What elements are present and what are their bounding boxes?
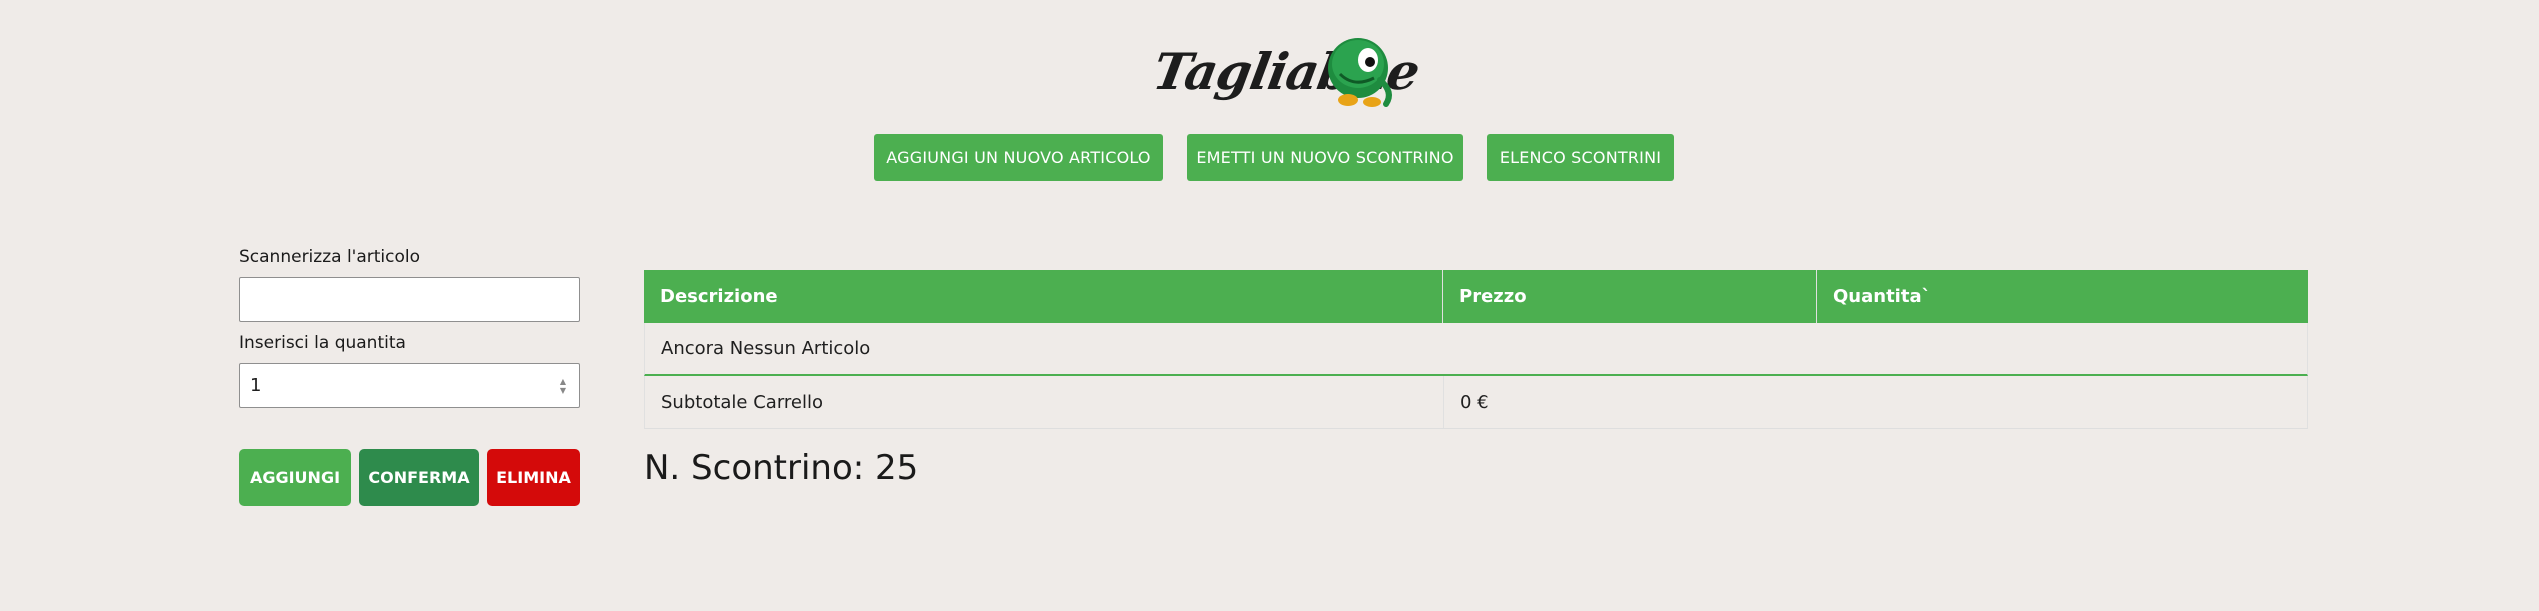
add-new-item-button[interactable]: AGGIUNGI UN NUOVO ARTICOLO — [874, 134, 1163, 181]
column-header-description: Descrizione — [644, 270, 1443, 323]
delete-button[interactable]: ELIMINA — [487, 449, 580, 506]
top-nav: AGGIUNGI UN NUOVO ARTICOLO EMETTI UN NUO… — [0, 134, 2539, 181]
column-header-quantity: Quantita` — [1833, 286, 1931, 307]
quantity-stepper[interactable]: ▲ ▼ — [555, 376, 571, 396]
add-button[interactable]: AGGIUNGI — [239, 449, 351, 506]
empty-cart-message: Ancora Nessun Articolo — [661, 338, 871, 359]
cart-table: Descrizione Prezzo Quantita` Ancora Ness… — [644, 270, 2308, 429]
column-header-price: Prezzo — [1443, 270, 1817, 323]
receipt-list-button[interactable]: ELENCO SCONTRINI — [1487, 134, 1674, 181]
quantity-input[interactable]: 1 ▲ ▼ — [239, 363, 580, 408]
quantity-label: Inserisci la quantita — [239, 333, 406, 353]
new-receipt-button[interactable]: EMETTI UN NUOVO SCONTRINO — [1187, 134, 1463, 181]
receipt-number: N. Scontrino: 25 — [644, 448, 919, 488]
subtotal-label: Subtotale Carrello — [645, 376, 1444, 428]
table-row-empty: Ancora Nessun Articolo — [644, 323, 2308, 376]
table-header: Descrizione Prezzo Quantita` — [644, 270, 2308, 323]
chevron-down-icon[interactable]: ▼ — [560, 386, 566, 395]
confirm-button[interactable]: CONFERMA — [359, 449, 479, 506]
scan-item-label: Scannerizza l'articolo — [239, 247, 421, 267]
quantity-value: 1 — [250, 375, 262, 396]
subtotal-value: 0 € — [1460, 391, 1489, 413]
chevron-up-icon[interactable]: ▲ — [560, 377, 566, 386]
turtle-mascot-icon — [1328, 38, 1392, 107]
brand-logo[interactable]: Tagliabue — [1149, 34, 1423, 112]
page: Tagliabue AGGIUNGI UN NUOVO ARTICOLO EME… — [0, 0, 2539, 611]
scan-item-input[interactable] — [239, 277, 580, 322]
table-row-subtotal: Subtotale Carrello 0 € — [644, 376, 2308, 429]
